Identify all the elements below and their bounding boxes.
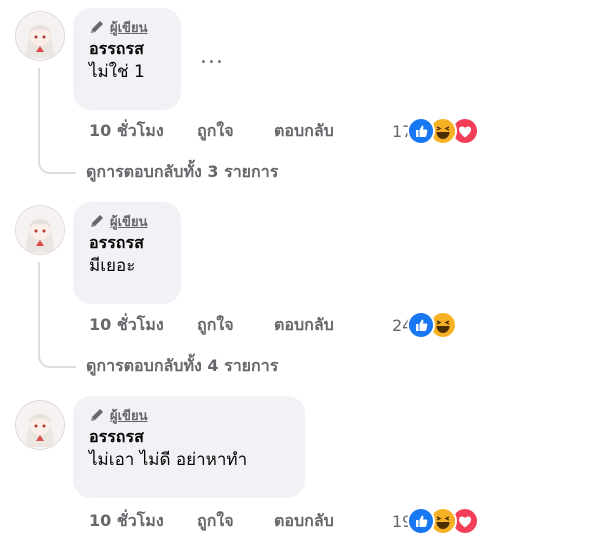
comment-bubble: ผู้เขียน อรรถรส มีเยอะ [73, 202, 181, 304]
comment-bubble: ผู้เขียน อรรถรส ไม่เอา ไม่ดี อย่าหาทำ [73, 396, 305, 498]
like-icon [407, 117, 436, 145]
timestamp[interactable]: 10 ชั่วโมง [89, 509, 197, 534]
pencil-icon [89, 407, 105, 423]
like-icon [407, 311, 436, 339]
comment-text: ไม่ใช่ 1 [89, 62, 145, 82]
like-button[interactable]: ถูกใจ [197, 509, 274, 534]
author-badge: ผู้เขียน [89, 18, 165, 36]
reaction-summary[interactable]: 17 [392, 117, 480, 145]
comment-text: ไม่เอา ไม่ดี อย่าหาทำ [89, 450, 248, 470]
author-badge: ผู้เขียน [89, 212, 165, 230]
author-name[interactable]: อรรถรส [89, 426, 289, 448]
pencil-icon [89, 19, 105, 35]
reply-button[interactable]: ตอบกลับ [274, 313, 382, 338]
author-badge-label: ผู้เขียน [110, 20, 148, 36]
author-badge: ผู้เขียน [89, 406, 289, 424]
like-icon [407, 507, 436, 535]
thread-connector [38, 68, 76, 174]
author-badge-label: ผู้เขียน [110, 214, 148, 230]
reply-button[interactable]: ตอบกลับ [274, 119, 382, 144]
pencil-icon [89, 213, 105, 229]
comment-actions: 10 ชั่วโมง ถูกใจ ตอบกลับ [89, 508, 382, 534]
timestamp[interactable]: 10 ชั่วโมง [89, 119, 197, 144]
comment-actions: 10 ชั่วโมง ถูกใจ ตอบกลับ [89, 312, 382, 338]
anime-avatar-icon[interactable] [15, 400, 65, 450]
comment-text: มีเยอะ [89, 256, 136, 276]
author-name[interactable]: อรรถรส [89, 38, 165, 60]
anime-avatar-icon[interactable] [15, 205, 65, 255]
reply-button[interactable]: ตอบกลับ [274, 509, 382, 534]
view-replies-link[interactable]: ดูการตอบกลับทั้ง 3 รายการ [86, 160, 278, 185]
view-replies-link[interactable]: ดูการตอบกลับทั้ง 4 รายการ [86, 354, 278, 379]
comment-bubble: ผู้เขียน อรรถรส ไม่ใช่ 1 [73, 8, 181, 110]
anime-avatar-icon[interactable] [15, 11, 65, 61]
author-name[interactable]: อรรถรส [89, 232, 165, 254]
comment-actions: 10 ชั่วโมง ถูกใจ ตอบกลับ [89, 118, 382, 144]
timestamp[interactable]: 10 ชั่วโมง [89, 313, 197, 338]
reaction-summary[interactable]: 24 [392, 311, 458, 339]
thread-connector [38, 262, 76, 368]
author-badge-label: ผู้เขียน [110, 408, 148, 424]
reaction-summary[interactable]: 19 [392, 507, 480, 535]
like-button[interactable]: ถูกใจ [197, 119, 274, 144]
like-button[interactable]: ถูกใจ [197, 313, 274, 338]
more-options-button[interactable]: ... [200, 44, 224, 69]
